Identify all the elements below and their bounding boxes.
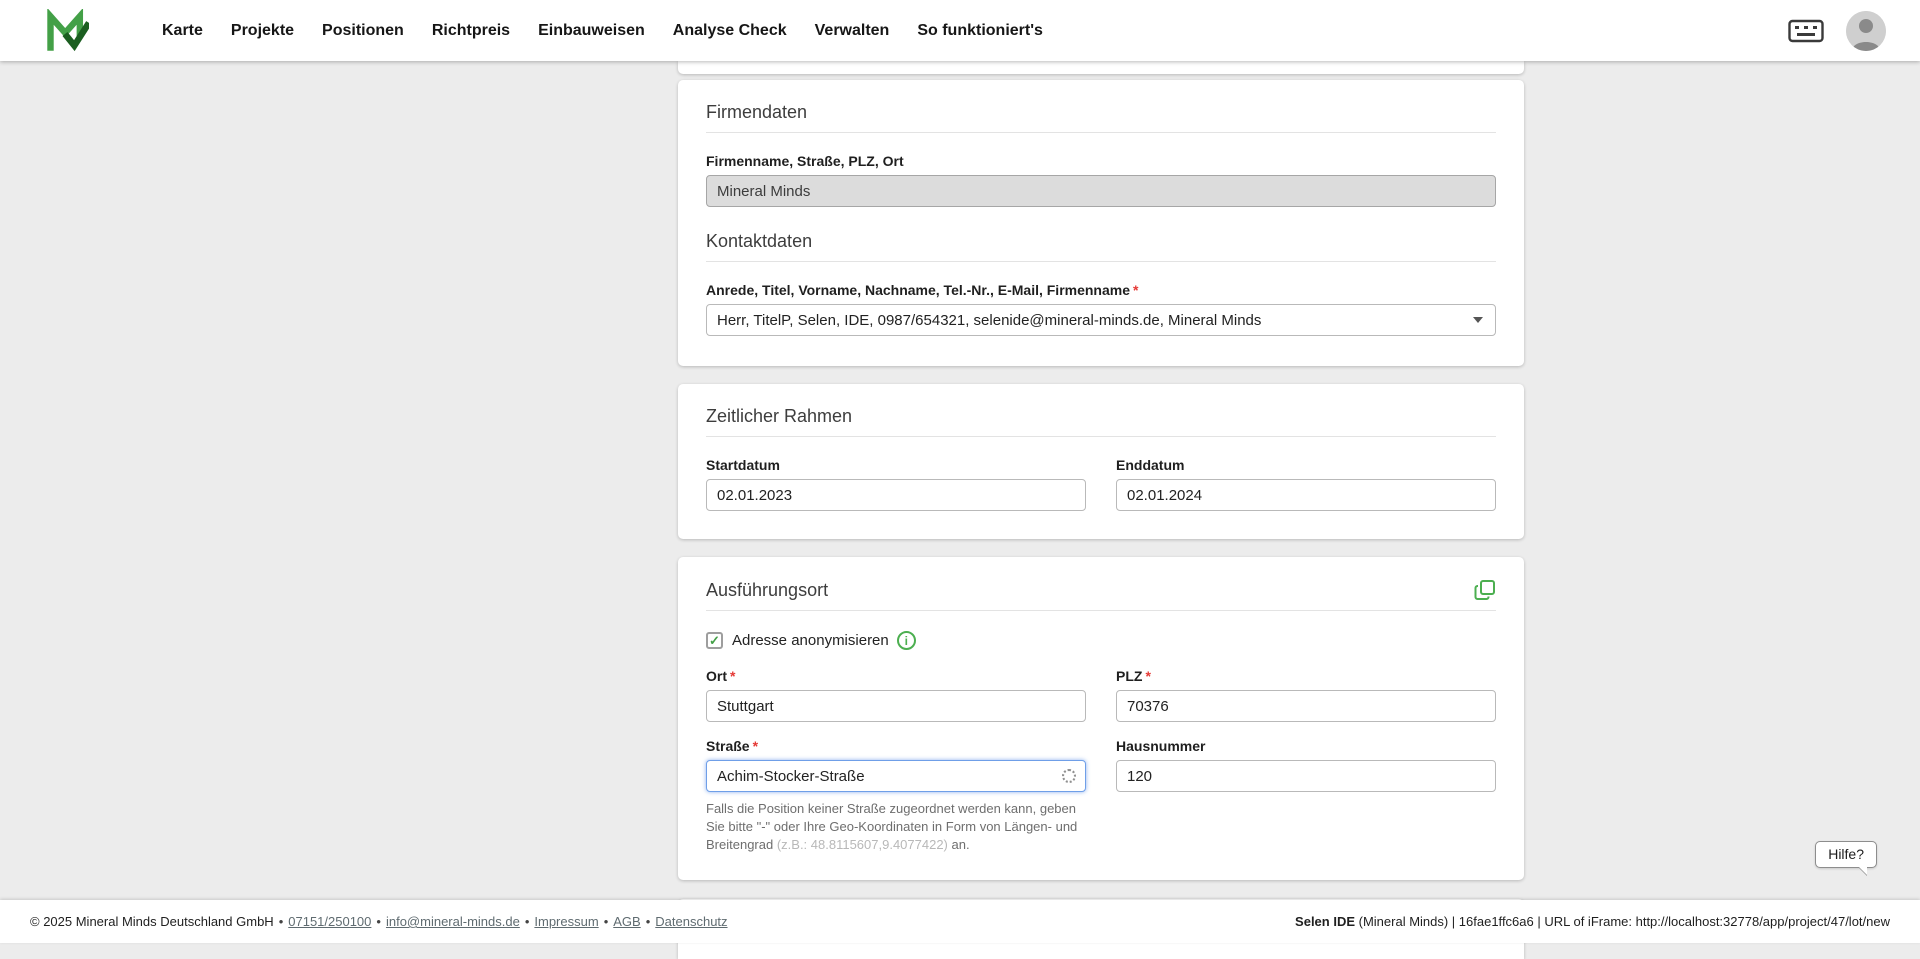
firmenname-field xyxy=(706,175,1496,207)
logo-svg xyxy=(47,8,89,51)
anonymize-checkbox[interactable]: ✓ xyxy=(706,632,723,649)
footer-app-name: Selen IDE xyxy=(1295,914,1356,929)
anonymize-label: Adresse anonymisieren xyxy=(732,632,889,649)
strasse-cell: Straße* Falls die Position keiner Straße… xyxy=(706,738,1086,854)
anonymize-row: ✓ Adresse anonymisieren i xyxy=(706,631,1496,650)
firmenname-label: Firmenname, Straße, PLZ, Ort xyxy=(706,153,904,169)
footer-agb-link[interactable]: AGB xyxy=(613,914,640,929)
loading-spinner-icon xyxy=(1062,769,1076,783)
footer-copyright: © 2025 Mineral Minds Deutschland GmbH xyxy=(30,914,274,929)
footer-session-info: (Mineral Minds) | 16fae1ffc6a6 | URL of … xyxy=(1355,914,1890,929)
keyboard-icon[interactable] xyxy=(1788,19,1824,43)
required-asterisk: * xyxy=(1133,282,1139,298)
nav-item-so-funktionierts[interactable]: So funktioniert's xyxy=(903,0,1057,61)
nav-item-richtpreis[interactable]: Richtpreis xyxy=(418,0,524,61)
form-column: Firmendaten Firmenname, Straße, PLZ, Ort… xyxy=(678,61,1524,959)
footer-datenschutz-link[interactable]: Datenschutz xyxy=(655,914,727,929)
card-zeitlicher-rahmen: Zeitlicher Rahmen Startdatum Enddatum xyxy=(678,384,1524,539)
card-firmendaten: Firmendaten Firmenname, Straße, PLZ, Ort… xyxy=(678,80,1524,366)
nav-item-positionen[interactable]: Positionen xyxy=(308,0,418,61)
enddatum-field[interactable] xyxy=(1116,479,1496,511)
helper-geo-example: (z.B.: 48.8115607,9.4077422) xyxy=(776,836,948,852)
plz-field[interactable] xyxy=(1116,690,1496,722)
plz-label: PLZ * xyxy=(1116,668,1496,684)
divider xyxy=(706,610,1496,611)
required-asterisk: * xyxy=(752,738,759,754)
footer-email-link[interactable]: info@mineral-minds.de xyxy=(386,914,520,929)
nav-item-karte[interactable]: Karte xyxy=(148,0,217,61)
footer-separator: • xyxy=(645,914,651,929)
ort-cell: Ort * xyxy=(706,668,1086,722)
hausnummer-label: Hausnummer xyxy=(1116,738,1206,754)
footer-separator: • xyxy=(524,914,530,929)
helper-suffix: an. xyxy=(947,836,970,852)
divider xyxy=(706,132,1496,133)
card-above-partial xyxy=(678,61,1524,74)
copy-icon[interactable] xyxy=(1474,579,1496,601)
required-asterisk: * xyxy=(730,668,736,684)
enddatum-cell: Enddatum xyxy=(1116,457,1496,511)
nav-item-projekte[interactable]: Projekte xyxy=(217,0,308,61)
plz-cell: PLZ * xyxy=(1116,668,1496,722)
plz-label-text: PLZ xyxy=(1116,668,1143,684)
startdatum-label: Startdatum xyxy=(706,457,780,473)
footer-impressum-link[interactable]: Impressum xyxy=(534,914,598,929)
strasse-field[interactable] xyxy=(706,760,1086,792)
mineral-minds-logo-icon[interactable] xyxy=(44,8,90,54)
footer-bar: © 2025 Mineral Minds Deutschland GmbH • … xyxy=(0,900,1920,943)
ort-label-text: Ort xyxy=(706,668,727,684)
user-avatar[interactable] xyxy=(1846,10,1886,51)
footer-phone-link[interactable]: 07151/250100 xyxy=(288,914,371,929)
footer-left: © 2025 Mineral Minds Deutschland GmbH • … xyxy=(30,914,728,929)
nav-item-analyse-check[interactable]: Analyse Check xyxy=(659,0,801,61)
top-navbar: Karte Projekte Positionen Richtpreis Ein… xyxy=(0,0,1920,61)
kontakt-label-text: Anrede, Titel, Vorname, Nachname, Tel.-N… xyxy=(706,282,1131,298)
footer-separator: • xyxy=(278,914,284,929)
footer-separator: • xyxy=(376,914,381,929)
startdatum-field[interactable] xyxy=(706,479,1086,511)
divider xyxy=(706,436,1496,437)
kontakt-label: Anrede, Titel, Vorname, Nachname, Tel.-N… xyxy=(706,282,1496,298)
main-menu: Karte Projekte Positionen Richtpreis Ein… xyxy=(148,0,1057,61)
enddatum-label: Enddatum xyxy=(1116,457,1185,473)
strasse-label-text: Straße xyxy=(706,738,750,754)
chevron-down-icon xyxy=(1473,317,1483,323)
hausnummer-field[interactable] xyxy=(1116,760,1496,792)
ort-label: Ort * xyxy=(706,668,1086,684)
divider xyxy=(706,261,1496,262)
strasse-label: Straße * xyxy=(706,738,1086,754)
zeitraum-title: Zeitlicher Rahmen xyxy=(706,406,853,426)
strasse-helper-text: Falls die Position keiner Straße zugeord… xyxy=(706,800,1086,854)
kontaktdaten-title: Kontaktdaten xyxy=(706,231,813,251)
card-ausfuehrungsort: Ausführungsort ✓ Adresse anonymisieren i… xyxy=(678,557,1524,880)
info-icon[interactable]: i xyxy=(896,631,916,650)
help-button[interactable]: Hilfe? xyxy=(1815,841,1877,868)
ort-field[interactable] xyxy=(706,690,1086,722)
nav-item-verwalten[interactable]: Verwalten xyxy=(801,0,904,61)
footer-right: Selen IDE (Mineral Minds) | 16fae1ffc6a6… xyxy=(1295,914,1890,929)
hausnummer-cell: Hausnummer xyxy=(1116,738,1496,854)
kontakt-select[interactable]: Herr, TitelP, Selen, IDE, 0987/654321, s… xyxy=(706,304,1496,336)
firmendaten-title: Firmendaten xyxy=(706,102,808,122)
kontakt-select-value: Herr, TitelP, Selen, IDE, 0987/654321, s… xyxy=(717,311,1262,329)
startdatum-cell: Startdatum xyxy=(706,457,1086,511)
required-asterisk: * xyxy=(1145,668,1151,684)
nav-item-einbauweisen[interactable]: Einbauweisen xyxy=(524,0,659,61)
navbar-right xyxy=(1788,10,1886,51)
footer-separator: • xyxy=(603,914,609,929)
ausfuehrungsort-title: Ausführungsort xyxy=(706,579,829,600)
